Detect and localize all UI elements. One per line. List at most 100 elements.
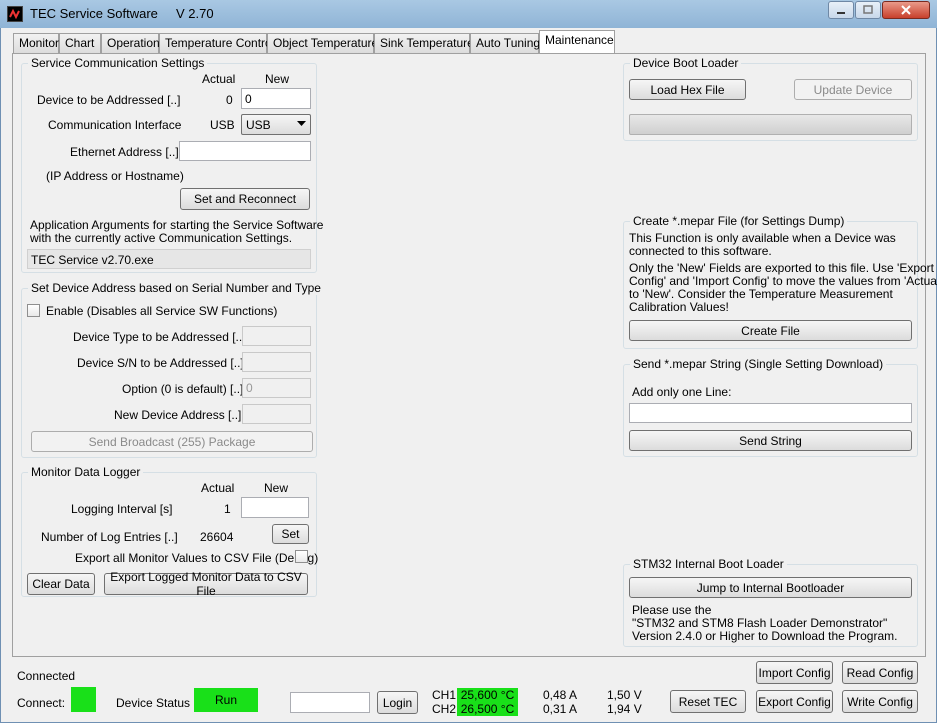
mepar-line1: This Function is only available when a D…	[629, 231, 896, 245]
reset-tec-button[interactable]: Reset TEC	[670, 690, 746, 713]
comm-interface-actual: USB	[210, 118, 235, 132]
stm32-line2: "STM32 and STM8 Flash Loader Demonstrato…	[632, 616, 888, 630]
send-string-input[interactable]	[629, 403, 912, 423]
export-logged-data-button[interactable]: Export Logged Monitor Data to CSV File	[104, 570, 308, 598]
export-csv-debug-checkbox[interactable]	[295, 550, 308, 563]
tab-auto-tuning[interactable]: Auto Tuning	[470, 33, 540, 53]
set-interval-button[interactable]: Set	[272, 524, 309, 544]
device-address-input[interactable]	[241, 88, 311, 109]
ch2-temperature: 26,500 °C	[457, 702, 518, 716]
device-type-label: Device Type to be Addressed [..]	[73, 330, 246, 344]
update-device-button[interactable]: Update Device	[794, 79, 912, 100]
log-entries-value: 26604	[200, 530, 234, 544]
mepar-title: Create *.mepar File (for Settings Dump)	[630, 214, 848, 228]
device-address-actual: 0	[226, 93, 233, 107]
logger-col-new: New	[264, 481, 289, 495]
ch1-temperature: 25,600 °C	[457, 688, 518, 702]
stm32-line1: Please use the	[632, 603, 712, 617]
ethernet-address-input[interactable]	[179, 141, 311, 161]
mepar-line2: connected to this software.	[629, 244, 772, 258]
logger-col-actual: Actual	[201, 481, 235, 495]
load-hex-file-button[interactable]: Load Hex File	[629, 79, 746, 100]
enable-checkbox[interactable]	[27, 304, 40, 317]
comm-interface-select[interactable]: USB	[241, 114, 311, 135]
ch1-label: CH1	[432, 688, 457, 702]
stm32-line3: Version 2.4.0 or Higher to Download the …	[632, 629, 898, 643]
comm-col-actual: Actual	[202, 72, 236, 86]
logging-interval-actual: 1	[224, 502, 231, 516]
ethernet-address-label: Ethernet Address [..]	[70, 145, 179, 159]
tab-temperature-control[interactable]: Temperature Control	[159, 33, 274, 53]
serial-address-title: Set Device Address based on Serial Numbe…	[28, 281, 324, 295]
connected-status: Connected	[17, 669, 76, 683]
app-icon	[7, 6, 23, 22]
enable-label: Enable (Disables all Service SW Function…	[46, 304, 278, 318]
mepar-line5: to 'New'. Consider the Temperature Measu…	[629, 287, 893, 301]
device-sn-input[interactable]	[242, 352, 311, 372]
tab-monitor[interactable]: Monitor	[13, 33, 59, 53]
create-file-button[interactable]: Create File	[629, 320, 912, 341]
send-string-button[interactable]: Send String	[629, 430, 912, 451]
ch2-current: 0,31 A	[543, 702, 578, 716]
close-button[interactable]	[882, 1, 930, 19]
stm32-title: STM32 Internal Boot Loader	[630, 557, 787, 571]
comm-col-new: New	[265, 72, 290, 86]
option-input[interactable]	[242, 378, 311, 398]
tab-object-temperature[interactable]: Object Temperature	[267, 33, 378, 53]
connect-label: Connect:	[17, 696, 66, 710]
read-config-button[interactable]: Read Config	[842, 661, 918, 684]
tab-maintenance[interactable]: Maintenance	[539, 30, 615, 54]
set-and-reconnect-button[interactable]: Set and Reconnect	[180, 188, 310, 210]
tab-operation[interactable]: Operation	[101, 33, 160, 53]
device-type-input[interactable]	[242, 326, 311, 346]
logging-interval-input[interactable]	[241, 497, 309, 518]
send-broadcast-button[interactable]: Send Broadcast (255) Package	[31, 431, 313, 452]
clear-data-button[interactable]: Clear Data	[27, 573, 95, 595]
window-version: V 2.70	[176, 6, 214, 21]
comm-interface-label: Communication Interface	[48, 118, 182, 132]
import-config-button[interactable]: Import Config	[756, 661, 833, 684]
maximize-icon	[863, 5, 873, 14]
ch1-current: 0,48 A	[543, 688, 578, 702]
login-button[interactable]: Login	[377, 691, 418, 714]
ip-hostname-label: (IP Address or Hostname)	[46, 169, 184, 183]
new-device-address-label: New Device Address [..]	[114, 408, 242, 422]
option-label: Option (0 is default) [..]	[122, 382, 244, 396]
device-address-label: Device to be Addressed [..]	[37, 93, 181, 107]
minimize-button[interactable]	[828, 1, 854, 19]
close-icon	[901, 5, 911, 15]
tab-sink-temperature[interactable]: Sink Temperature	[374, 33, 474, 53]
title-bar: TEC Service Software V 2.70	[0, 0, 937, 28]
mepar-line6: Calibration Values!	[629, 300, 729, 314]
app-args-value: TEC Service v2.70.exe	[27, 249, 311, 269]
device-sn-label: Device S/N to be Addressed [..]	[77, 356, 244, 370]
log-entries-label: Number of Log Entries [..]	[41, 530, 178, 544]
app-args-line2: with the currently active Communication …	[30, 231, 293, 245]
ch1-voltage: 1,50 V	[607, 688, 642, 702]
data-logger-title: Monitor Data Logger	[28, 465, 144, 479]
connect-indicator	[71, 687, 96, 712]
mepar-line3: Only the 'New' Fields are exported to th…	[629, 261, 935, 275]
password-input[interactable]	[290, 692, 370, 713]
comm-settings-title: Service Communication Settings	[28, 56, 208, 70]
send-string-title: Send *.mepar String (Single Setting Down…	[630, 357, 887, 371]
minimize-icon	[837, 12, 845, 14]
boot-progress-bar	[629, 114, 912, 135]
device-status-badge: Run	[194, 688, 258, 712]
boot-loader-title: Device Boot Loader	[630, 56, 742, 70]
jump-bootloader-button[interactable]: Jump to Internal Bootloader	[629, 577, 912, 598]
tab-chart[interactable]: Chart	[59, 33, 101, 53]
app-args-line1: Application Arguments for starting the S…	[30, 218, 324, 232]
device-status-label: Device Status	[116, 696, 191, 710]
send-string-hint: Add only one Line:	[632, 385, 732, 399]
logging-interval-label: Logging Interval [s]	[71, 502, 173, 516]
comm-interface-value: USB	[246, 118, 271, 132]
ch2-label: CH2	[432, 702, 457, 716]
export-config-button[interactable]: Export Config	[756, 690, 833, 713]
chevron-down-icon	[297, 121, 306, 126]
export-csv-debug-label: Export all Monitor Values to CSV File (D…	[75, 551, 319, 565]
maximize-button[interactable]	[855, 1, 881, 19]
ch2-voltage: 1,94 V	[607, 702, 642, 716]
new-device-address-input[interactable]	[242, 404, 311, 424]
write-config-button[interactable]: Write Config	[842, 690, 918, 713]
